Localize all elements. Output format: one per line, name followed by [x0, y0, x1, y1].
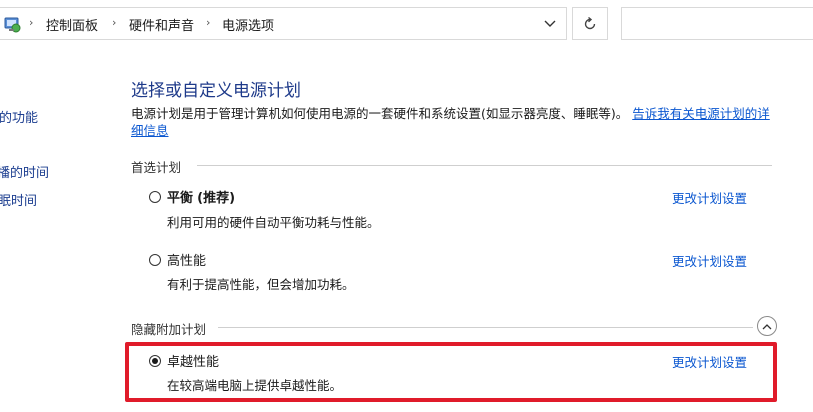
preferred-plans-heading: 首选计划	[131, 160, 182, 175]
balanced-change-settings-link[interactable]: 更改计划设置	[672, 188, 747, 207]
high-performance-plan-description: 有利于提高性能，但会增加功耗。	[167, 277, 355, 292]
breadcrumb-separator[interactable]: ›	[29, 16, 33, 29]
high-performance-plan-radio[interactable]	[149, 254, 161, 266]
refresh-button[interactable]	[572, 7, 608, 40]
section-divider	[197, 165, 772, 166]
balanced-plan-name[interactable]: 平衡 (推荐)	[167, 187, 235, 206]
left-nav-link[interactable]: 眠时间	[0, 190, 37, 209]
page-description: 电源计划是用于管理计算机如何使用电源的一套硬件和系统设置(如显示器亮度、睡眠等)…	[131, 105, 776, 139]
refresh-icon	[584, 16, 596, 29]
breadcrumb-separator[interactable]: ›	[112, 16, 116, 29]
breadcrumb-hardware-sound[interactable]: 硬件和声音	[129, 15, 194, 34]
plan-name-text: 平衡	[167, 191, 194, 206]
page-title: 选择或自定义电源计划	[131, 81, 301, 101]
description-text: 电源计划是用于管理计算机如何使用电源的一套硬件和系统设置(如显示器亮度、睡眠等)…	[131, 106, 629, 121]
section-divider	[218, 327, 753, 328]
address-history-dropdown[interactable]	[535, 8, 565, 39]
chevron-down-icon	[544, 20, 556, 27]
balanced-plan-description: 利用可用的硬件自动平衡功耗与性能。	[167, 215, 380, 230]
breadcrumb-power-options[interactable]: 电源选项	[222, 15, 274, 34]
left-nav-link[interactable]: 的功能	[0, 107, 38, 126]
breadcrumb-separator[interactable]: ›	[206, 16, 210, 29]
breadcrumb-control-panel[interactable]: 控制面板	[46, 15, 98, 34]
balanced-plan-radio[interactable]	[149, 191, 161, 203]
high-performance-change-settings-link[interactable]: 更改计划设置	[672, 251, 747, 270]
plan-name-suffix: (推荐)	[197, 191, 236, 206]
collapse-hidden-plans-button[interactable]	[757, 316, 777, 336]
hidden-plans-heading: 隐藏附加计划	[131, 322, 207, 337]
chevron-up-icon	[762, 323, 772, 329]
high-performance-plan-name[interactable]: 高性能	[167, 250, 206, 269]
address-bar: › 控制面板 › 硬件和声音 › 电源选项	[0, 0, 813, 46]
address-field[interactable]: › 控制面板 › 硬件和声音 › 电源选项	[0, 7, 567, 40]
highlight-annotation-box	[125, 342, 777, 402]
control-panel-icon	[4, 17, 21, 33]
search-input[interactable]	[621, 7, 813, 40]
left-nav-link[interactable]: 播的时间	[0, 162, 49, 181]
